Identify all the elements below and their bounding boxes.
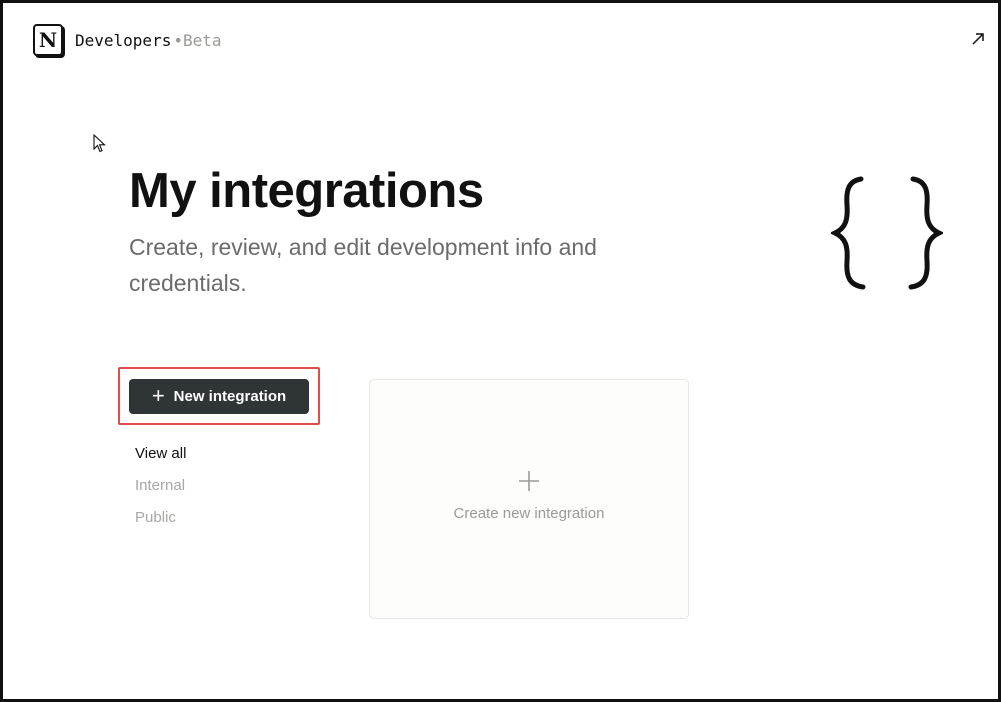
- plus-icon: +: [151, 382, 165, 408]
- create-card-label: Create new integration: [453, 504, 605, 522]
- nav-public[interactable]: Public: [135, 509, 176, 526]
- create-new-integration-card[interactable]: Create new integration: [369, 379, 689, 619]
- arrow-up-right-icon[interactable]: [970, 31, 986, 47]
- mouse-cursor-icon: [93, 134, 106, 153]
- new-integration-label: New integration: [173, 388, 287, 405]
- new-integration-button[interactable]: + New integration: [129, 379, 309, 414]
- top-bar: N Developers • Beta: [33, 22, 222, 58]
- page-title: My integrations: [129, 164, 484, 218]
- app-window: N Developers • Beta My integrations Crea…: [0, 0, 1001, 702]
- page-subtitle: Create, review, and edit development inf…: [129, 234, 597, 296]
- beta-label: Beta: [182, 30, 222, 50]
- logo-letter: N: [38, 28, 58, 52]
- plus-icon: [519, 470, 539, 491]
- curly-braces-icon: [831, 176, 943, 290]
- brand-separator: •: [173, 30, 183, 50]
- nav-internal[interactable]: Internal: [135, 477, 185, 494]
- notion-logo[interactable]: N: [33, 24, 63, 56]
- nav-view-all[interactable]: View all: [135, 445, 186, 462]
- brand-name[interactable]: Developers: [75, 31, 171, 50]
